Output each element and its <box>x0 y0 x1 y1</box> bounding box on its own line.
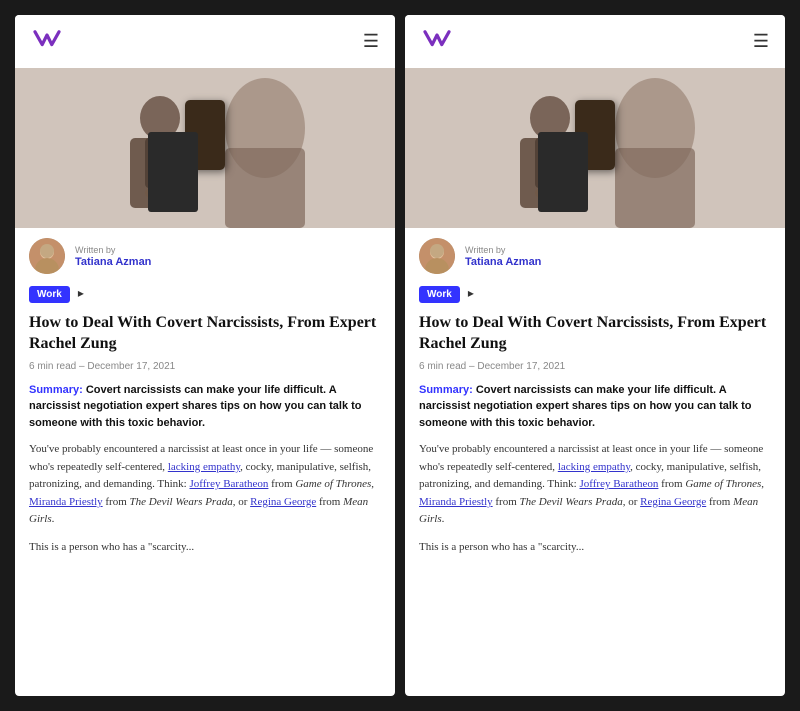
author-info-right: Written by Tatiana Azman <box>465 245 541 268</box>
body6-right: , or <box>623 496 640 508</box>
link1-left[interactable]: lacking empathy <box>168 461 240 473</box>
summary-label-left: Summary: <box>29 384 83 396</box>
body9-left: This is a person who has a "scarcity... <box>29 541 194 553</box>
nav-bar-right: ☰ <box>405 15 785 68</box>
body-text-left: You've probably encountered a narcissist… <box>15 437 395 535</box>
link4-right[interactable]: Regina George <box>640 496 706 508</box>
link3-right[interactable]: Miranda Priestly <box>419 496 493 508</box>
avatar-left <box>29 238 65 274</box>
body7-left: from <box>316 496 343 508</box>
tag-row-left: Work ▸ <box>15 280 395 307</box>
article-title-left: How to Deal With Covert Narcissists, Fro… <box>15 307 395 359</box>
link2-left[interactable]: Joffrey Baratheon <box>190 478 269 490</box>
hero-image-right <box>405 68 785 228</box>
italic2-right: The Devil Wears Prada <box>520 496 623 508</box>
author-name-left[interactable]: Tatiana Azman <box>75 256 151 268</box>
right-panel: ☰ <box>405 15 785 696</box>
meta-row-left: 6 min read – December 17, 2021 <box>15 359 395 378</box>
body6-left: , or <box>233 496 250 508</box>
screen: ☰ <box>0 0 800 711</box>
italic1-right: Game of Thrones <box>685 478 761 490</box>
italic2-left: The Devil Wears Prada <box>130 496 233 508</box>
body-end-left: This is a person who has a "scarcity... <box>15 535 395 563</box>
body7-right: from <box>706 496 733 508</box>
cursor-right: ▸ <box>468 286 474 300</box>
tag-left[interactable]: Work <box>29 286 70 303</box>
body5-left: from <box>103 496 130 508</box>
meta-row-right: 6 min read – December 17, 2021 <box>405 359 785 378</box>
summary-label-right: Summary: <box>419 384 473 396</box>
body3-right: from <box>658 478 685 490</box>
body3-left: from <box>268 478 295 490</box>
nav-bar-left: ☰ <box>15 15 395 68</box>
link3-left[interactable]: Miranda Priestly <box>29 496 103 508</box>
link2-right[interactable]: Joffrey Baratheon <box>580 478 659 490</box>
link4-left[interactable]: Regina George <box>250 496 316 508</box>
logo-right <box>421 27 453 56</box>
photo-scene-left <box>15 68 395 228</box>
italic1-left: Game of Thrones <box>295 478 371 490</box>
hero-image-left <box>15 68 395 228</box>
article-title-right: How to Deal With Covert Narcissists, Fro… <box>405 307 785 359</box>
body9-right: This is a person who has a "scarcity... <box>419 541 584 553</box>
body-end-right: This is a person who has a "scarcity... <box>405 535 785 563</box>
left-panel: ☰ <box>15 15 395 696</box>
avatar-right <box>419 238 455 274</box>
tag-right[interactable]: Work <box>419 286 460 303</box>
body8-right: . <box>442 513 445 525</box>
written-by-left: Written by <box>75 245 151 255</box>
summary-block-left: Summary: Covert narcissists can make you… <box>15 378 395 438</box>
body5-right: from <box>493 496 520 508</box>
body4-right: , <box>761 478 764 490</box>
author-info-left: Written by Tatiana Azman <box>75 245 151 268</box>
written-by-right: Written by <box>465 245 541 255</box>
author-name-right[interactable]: Tatiana Azman <box>465 256 541 268</box>
body-text-right: You've probably encountered a narcissist… <box>405 437 785 535</box>
body4-left: , <box>371 478 374 490</box>
body8-left: . <box>52 513 55 525</box>
link1-right[interactable]: lacking empathy <box>558 461 630 473</box>
author-row-right: Written by Tatiana Azman <box>405 228 785 280</box>
summary-block-right: Summary: Covert narcissists can make you… <box>405 378 785 438</box>
author-row-left: Written by Tatiana Azman <box>15 228 395 280</box>
cursor-left: ▸ <box>78 286 84 300</box>
hamburger-menu-right[interactable]: ☰ <box>753 31 769 52</box>
tag-row-right: Work ▸ <box>405 280 785 307</box>
photo-scene-right <box>405 68 785 228</box>
hamburger-menu-left[interactable]: ☰ <box>363 31 379 52</box>
logo-left <box>31 27 63 56</box>
